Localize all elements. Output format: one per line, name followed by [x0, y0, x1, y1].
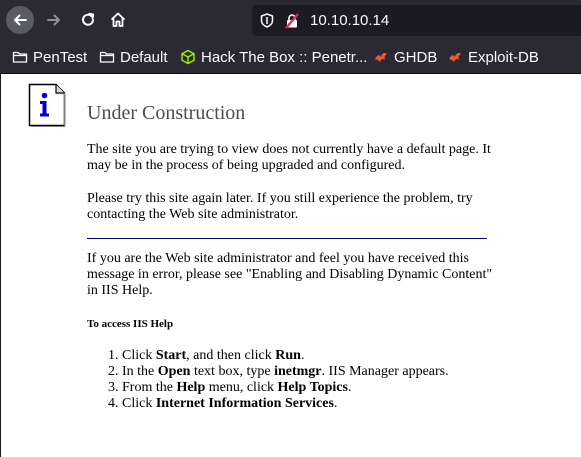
bookmark-label: GHDB	[394, 48, 438, 66]
bookmark-label: Exploit-DB	[468, 48, 539, 66]
back-button[interactable]	[6, 6, 34, 34]
reload-button[interactable]	[74, 6, 102, 34]
help-heading: To access IIS Help	[87, 318, 174, 330]
help-steps-list: 1. Click Start, and then click Run. 2. I…	[108, 348, 449, 412]
bookmark-hack-the-box[interactable]: Hack The Box :: Penetr...	[180, 47, 367, 67]
list-item: 3. From the Help menu, click Help Topics…	[108, 380, 352, 395]
home-icon	[110, 12, 126, 27]
bookmark-ghdb[interactable]: GHDB	[373, 47, 437, 67]
page-title: Under Construction	[87, 102, 246, 124]
list-item: 2. In the Open text box, type inetmgr. I…	[108, 364, 449, 379]
list-item: 1. Click Start, and then click Run.	[108, 348, 305, 363]
browser-chrome: 10.10.10.14 PenTest Default Hack The Box…	[0, 0, 581, 74]
bookmark-label: Default	[120, 48, 168, 66]
browser-toolbar: 10.10.10.14	[0, 0, 581, 40]
forward-button[interactable]	[40, 6, 68, 34]
divider	[87, 238, 487, 239]
bookmark-pentest[interactable]: PenTest	[12, 47, 87, 67]
bookmark-exploit-db[interactable]: Exploit-DB	[447, 47, 539, 67]
arrow-left-icon	[14, 14, 27, 26]
home-button[interactable]	[104, 6, 132, 34]
bookmark-label: Hack The Box :: Penetr...	[201, 48, 368, 66]
bookmark-label: PenTest	[33, 48, 88, 66]
folder-icon	[12, 51, 28, 63]
info-document-icon	[28, 83, 66, 127]
exploit-db-icon	[449, 53, 461, 62]
url-bar[interactable]: 10.10.10.14	[252, 5, 581, 36]
retry-paragraph: Please try this site again later. If you…	[87, 191, 473, 222]
url-text[interactable]: 10.10.10.14	[310, 11, 389, 30]
bookmarks-toolbar: PenTest Default Hack The Box :: Penetr..…	[0, 40, 581, 74]
insecure-lock-icon[interactable]	[284, 13, 300, 33]
folder-icon	[99, 51, 115, 63]
arrow-right-icon	[47, 14, 60, 26]
admin-paragraph: If you are the Web site administrator an…	[87, 251, 493, 298]
page-content: Under Construction The site you are tryi…	[0, 74, 581, 457]
exploit-db-icon	[375, 53, 387, 62]
htb-cube-icon	[181, 49, 195, 65]
list-item: 4. Click Internet Information Services.	[108, 396, 338, 411]
intro-paragraph: The site you are trying to view does not…	[87, 142, 491, 173]
shield-icon[interactable]	[260, 13, 274, 32]
bookmark-default[interactable]: Default	[99, 47, 168, 67]
reload-icon	[82, 12, 95, 26]
